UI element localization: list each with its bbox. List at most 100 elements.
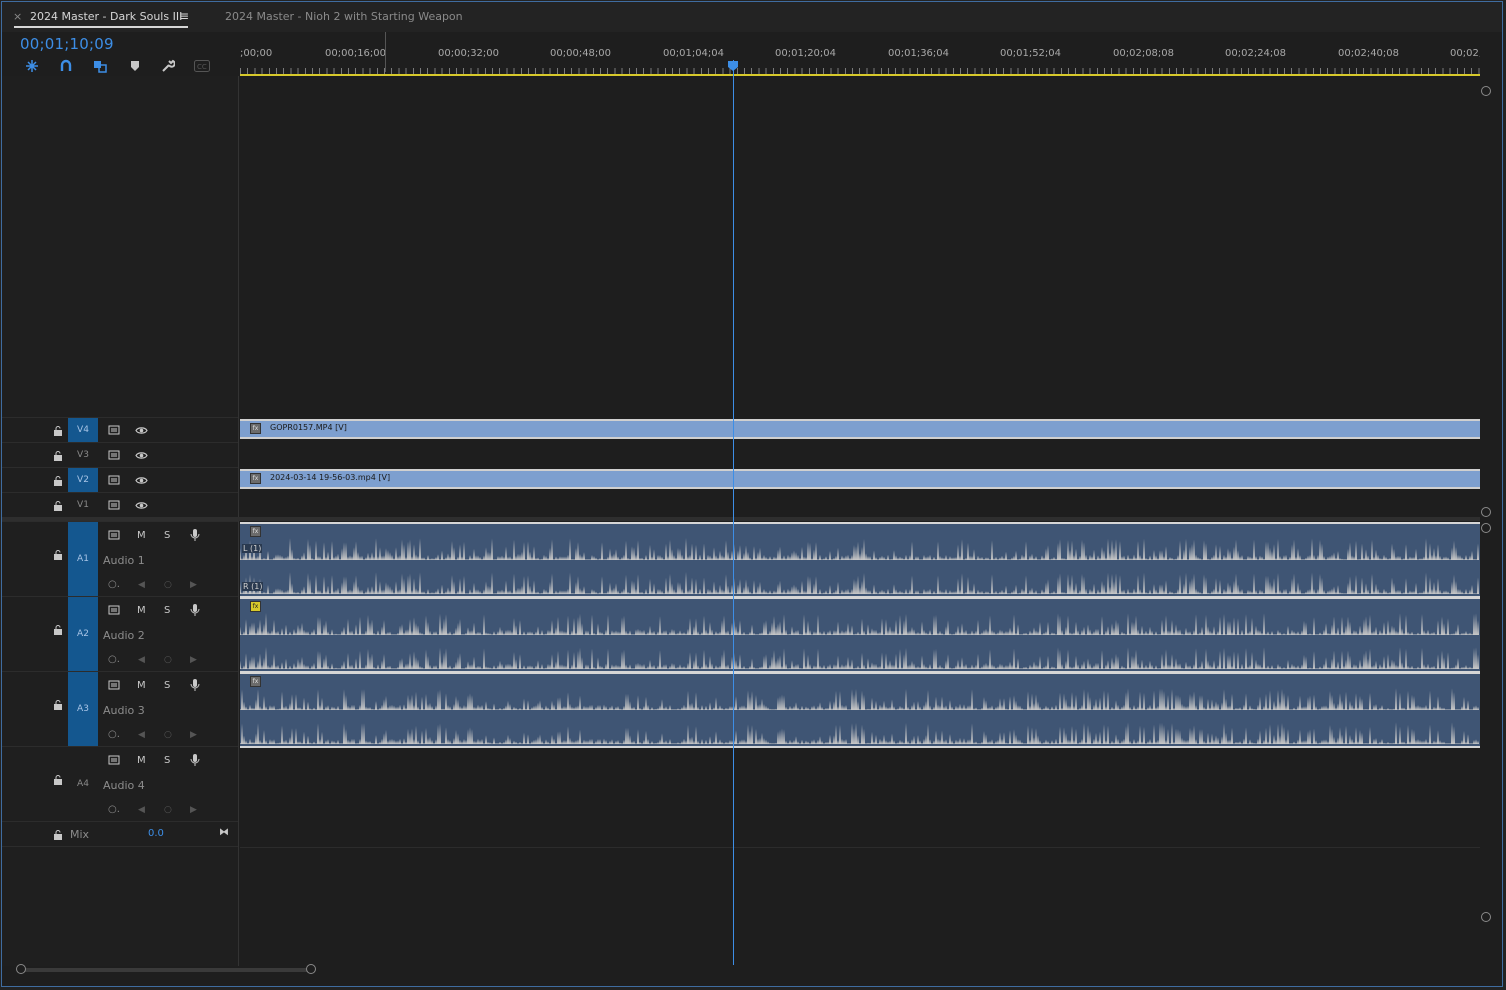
add-keyframe-icon[interactable]: ○: [164, 804, 172, 816]
tab-dark-souls[interactable]: 2024 Master - Dark Souls III: [30, 10, 182, 23]
track-target-v2[interactable]: V2: [68, 468, 98, 493]
eye-icon[interactable]: [135, 476, 148, 485]
sync-lock-icon[interactable]: [108, 475, 120, 485]
add-keyframe-icon[interactable]: ○: [164, 579, 172, 591]
lock-icon[interactable]: [53, 476, 63, 486]
prev-keyframe-icon[interactable]: ◀: [138, 729, 145, 741]
track-target-v3[interactable]: V3: [68, 443, 98, 468]
track-name[interactable]: Audio 2: [103, 629, 145, 642]
prev-keyframe-icon[interactable]: ◀: [138, 654, 145, 666]
track-target-a3[interactable]: A3: [68, 672, 98, 747]
close-icon[interactable]: ×: [13, 10, 22, 23]
next-keyframe-icon[interactable]: ▶: [190, 579, 197, 591]
sync-lock-icon[interactable]: [108, 755, 120, 765]
hscroll-left-knob[interactable]: [16, 964, 26, 974]
microphone-icon[interactable]: [190, 603, 200, 617]
track-target-v4[interactable]: V4: [68, 418, 98, 443]
waveform-right: [240, 722, 1480, 744]
add-keyframe-icon[interactable]: ○: [164, 729, 172, 741]
lock-icon[interactable]: [53, 550, 63, 560]
solo-button[interactable]: S: [164, 530, 170, 542]
lock-icon[interactable]: [53, 625, 63, 635]
lock-icon[interactable]: [53, 451, 63, 461]
vscroll-top-knob[interactable]: [1481, 86, 1491, 96]
eye-icon[interactable]: [135, 426, 148, 435]
tab-bar: × 2024 Master - Dark Souls III ≡ 2024 Ma…: [2, 2, 1502, 32]
playhead-line[interactable]: [733, 60, 734, 965]
mix-track-header: Mix 0.0 ⧓: [2, 821, 238, 847]
next-keyframe-icon[interactable]: ▶: [190, 804, 197, 816]
ruler-label: 00;00;48;00: [550, 48, 612, 59]
eye-icon[interactable]: [135, 501, 148, 510]
next-keyframe-icon[interactable]: ▶: [190, 654, 197, 666]
add-keyframe-icon[interactable]: ○: [164, 654, 172, 666]
keyframe-toggle-icon[interactable]: ○.: [108, 729, 120, 741]
panel-menu-icon[interactable]: ≡: [179, 9, 189, 23]
microphone-icon[interactable]: [190, 753, 200, 767]
audio-clip[interactable]: fx: [240, 597, 1480, 673]
vscroll-bottom-knob[interactable]: [1481, 912, 1491, 922]
horizontal-scrollbar[interactable]: [16, 964, 1480, 976]
solo-button[interactable]: S: [164, 605, 170, 617]
fx-badge-icon: fx: [250, 473, 261, 484]
waveform-right: [240, 572, 1480, 594]
track-name[interactable]: Audio 1: [103, 554, 145, 567]
tab-nioh[interactable]: 2024 Master - Nioh 2 with Starting Weapo…: [225, 10, 463, 23]
sync-lock-icon[interactable]: [108, 500, 120, 510]
ruler-label: 00;02;24;08: [1225, 48, 1287, 59]
hscroll-right-knob[interactable]: [306, 964, 316, 974]
mix-row-line: [240, 847, 1480, 848]
track-name[interactable]: Audio 3: [103, 704, 145, 717]
lock-icon[interactable]: [53, 426, 63, 436]
solo-button[interactable]: S: [164, 680, 170, 692]
hscroll-thumb[interactable]: [22, 968, 312, 972]
mute-button[interactable]: M: [137, 755, 146, 767]
add-marker-icon[interactable]: [127, 58, 143, 74]
microphone-icon[interactable]: [190, 678, 200, 692]
captions-icon[interactable]: CC: [194, 58, 210, 74]
lock-icon[interactable]: [53, 700, 63, 710]
lock-icon[interactable]: [53, 501, 63, 511]
tracks-area[interactable]: [240, 76, 1480, 966]
keyframe-toggle-icon[interactable]: ○.: [108, 804, 120, 816]
microphone-icon[interactable]: [190, 528, 200, 542]
time-ruler[interactable]: ;00;00 00;00;16;00 00;00;32;00 00;00;48;…: [240, 32, 1480, 76]
sync-lock-icon[interactable]: [108, 425, 120, 435]
sync-lock-icon[interactable]: [108, 450, 120, 460]
mix-volume-value[interactable]: 0.0: [148, 828, 164, 839]
eye-icon[interactable]: [135, 451, 148, 460]
snap-icon[interactable]: [58, 58, 74, 74]
audio-clip[interactable]: fx L (1) R (1): [240, 522, 1480, 598]
track-target-a1[interactable]: A1: [68, 522, 98, 597]
track-target-a4[interactable]: A4: [68, 747, 98, 822]
video-clip[interactable]: fx 2024-03-14 19-56-03.mp4 [V]: [240, 469, 1480, 489]
vscroll-knob[interactable]: [1481, 523, 1491, 533]
linked-selection-icon[interactable]: [92, 58, 108, 74]
keyframe-toggle-icon[interactable]: ○.: [108, 579, 120, 591]
sync-lock-icon[interactable]: [108, 680, 120, 690]
audio-clip[interactable]: fx: [240, 672, 1480, 748]
sync-lock-icon[interactable]: [108, 530, 120, 540]
prev-keyframe-icon[interactable]: ◀: [138, 804, 145, 816]
playhead-timecode[interactable]: 00;01;10;09: [20, 35, 114, 53]
ruler-label: 00;01;52;04: [1000, 48, 1062, 59]
lock-icon[interactable]: [53, 830, 63, 840]
next-keyframe-icon[interactable]: ▶: [190, 729, 197, 741]
keyframe-toggle-icon[interactable]: ○.: [108, 654, 120, 666]
timeline-panel: × 2024 Master - Dark Souls III ≡ 2024 Ma…: [1, 1, 1503, 987]
track-target-v1[interactable]: V1: [68, 493, 98, 518]
go-to-end-icon[interactable]: ⧓: [219, 827, 229, 839]
solo-button[interactable]: S: [164, 755, 170, 767]
track-target-a2[interactable]: A2: [68, 597, 98, 672]
vscroll-knob[interactable]: [1481, 507, 1491, 517]
mute-button[interactable]: M: [137, 680, 146, 692]
prev-keyframe-icon[interactable]: ◀: [138, 579, 145, 591]
mute-button[interactable]: M: [137, 530, 146, 542]
sync-lock-icon[interactable]: [108, 605, 120, 615]
nest-sequence-icon[interactable]: [24, 58, 40, 74]
video-clip[interactable]: fx GOPR0157.MP4 [V]: [240, 419, 1480, 439]
lock-icon[interactable]: [53, 775, 63, 785]
track-name[interactable]: Audio 4: [103, 779, 145, 792]
mute-button[interactable]: M: [137, 605, 146, 617]
wrench-icon[interactable]: [160, 58, 176, 74]
